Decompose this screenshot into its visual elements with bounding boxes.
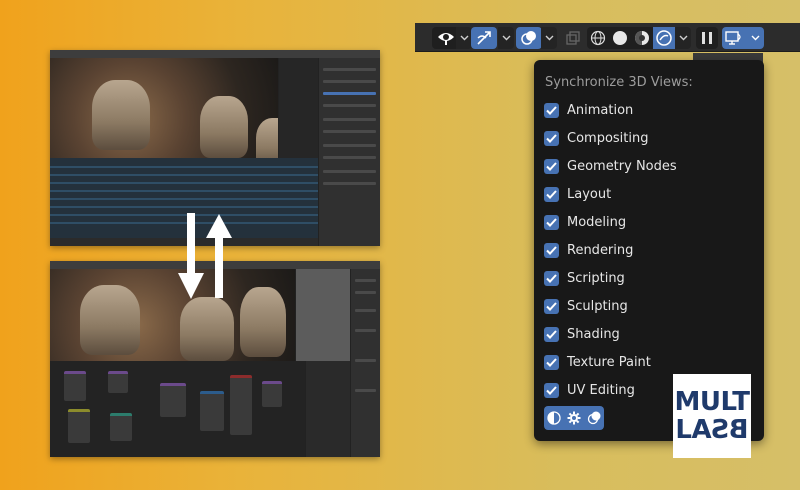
solid-shading-icon xyxy=(613,31,627,45)
sync-option-checkbox[interactable] xyxy=(544,186,559,202)
wireframe-shading-button[interactable] xyxy=(587,27,609,49)
sync-views-button[interactable] xyxy=(722,27,746,49)
solid-shading-button[interactable] xyxy=(609,27,631,49)
checkmark-icon xyxy=(546,189,557,199)
shading-button[interactable] xyxy=(544,406,564,430)
sync-option-label: Animation xyxy=(567,102,634,118)
gear-icon xyxy=(567,411,581,425)
sync-option-checkbox[interactable] xyxy=(544,298,559,314)
checkmark-icon xyxy=(546,217,557,227)
chevron-down-icon xyxy=(751,35,759,41)
arrow-down-icon xyxy=(178,213,204,299)
pause-render-button[interactable] xyxy=(696,27,718,49)
node-editor xyxy=(50,361,305,457)
properties-panel xyxy=(318,58,380,246)
checkmark-icon xyxy=(546,385,557,395)
gizmo-icon xyxy=(477,31,491,45)
sync-option-checkbox[interactable] xyxy=(544,214,559,230)
sync-option-label: Rendering xyxy=(567,242,634,258)
multlabs-logo: MULT LABS xyxy=(673,374,751,458)
sync-option-checkbox[interactable] xyxy=(544,326,559,342)
shading-icon xyxy=(547,411,561,425)
gizmo-dropdown[interactable] xyxy=(498,27,514,49)
logo-line-1: MULT xyxy=(674,387,750,417)
sidebar-panel xyxy=(305,361,350,457)
shading-dropdown[interactable] xyxy=(675,27,691,49)
rendered-shading-icon xyxy=(656,30,672,46)
sync-option-checkbox[interactable] xyxy=(544,102,559,118)
sync-option-label: Texture Paint xyxy=(567,354,651,370)
sync-option-checkbox[interactable] xyxy=(544,354,559,370)
checkmark-icon xyxy=(546,357,557,367)
screenshot-header xyxy=(50,50,380,58)
checkmark-icon xyxy=(546,245,557,255)
overlay-icon xyxy=(521,31,536,45)
sync-option-row[interactable]: Layout xyxy=(544,185,611,203)
sync-option-row[interactable]: Texture Paint xyxy=(544,353,651,371)
material-shading-button[interactable] xyxy=(631,27,653,49)
checkmark-icon xyxy=(546,161,557,171)
properties-panel xyxy=(350,269,380,457)
viewport-3d xyxy=(50,58,296,168)
sync-option-label: UV Editing xyxy=(567,382,635,398)
visibility-dropdown[interactable] xyxy=(456,27,472,49)
popup-footer-buttons xyxy=(544,406,604,430)
sync-option-checkbox[interactable] xyxy=(544,130,559,146)
sync-option-label: Sculpting xyxy=(567,298,628,314)
sync-option-label: Geometry Nodes xyxy=(567,158,677,174)
overlay-toggle-button[interactable] xyxy=(516,27,542,49)
sync-option-label: Scripting xyxy=(567,270,625,286)
logo-mirrored-text: BS xyxy=(711,415,749,445)
gizmo-toggle-button[interactable] xyxy=(471,27,497,49)
settings-button[interactable] xyxy=(564,406,584,430)
sync-option-label: Shading xyxy=(567,326,620,342)
sync-option-row[interactable]: Compositing xyxy=(544,129,649,147)
image-preview-panel xyxy=(295,269,350,361)
sync-option-checkbox[interactable] xyxy=(544,242,559,258)
sync-option-label: Modeling xyxy=(567,214,627,230)
checkmark-icon xyxy=(546,273,557,283)
sync-option-checkbox[interactable] xyxy=(544,382,559,398)
xray-icon xyxy=(566,31,580,45)
chevron-down-icon xyxy=(460,35,468,41)
checkmark-icon xyxy=(546,105,557,115)
material-shading-icon xyxy=(635,31,649,45)
arrow-up-icon xyxy=(206,214,232,298)
sync-views-dropdown[interactable] xyxy=(746,27,764,49)
viewport-header-toolbar xyxy=(415,23,800,52)
popup-title: Synchronize 3D Views: xyxy=(545,75,693,90)
sync-option-checkbox[interactable] xyxy=(544,158,559,174)
sync-option-row[interactable]: Rendering xyxy=(544,241,633,259)
overlay-dropdown[interactable] xyxy=(541,27,557,49)
checkmark-icon xyxy=(546,301,557,311)
sync-option-row[interactable]: Scripting xyxy=(544,269,625,287)
viewport-3d xyxy=(50,269,295,361)
sync-option-checkbox[interactable] xyxy=(544,270,559,286)
sync-option-label: Compositing xyxy=(567,130,649,146)
sync-views-icon xyxy=(725,31,741,45)
chevron-down-icon xyxy=(545,35,553,41)
render-icon xyxy=(587,411,601,425)
xray-toggle-button[interactable] xyxy=(563,27,583,49)
chevron-down-icon xyxy=(502,35,510,41)
sync-option-row[interactable]: Geometry Nodes xyxy=(544,157,677,175)
pause-icon xyxy=(702,32,712,44)
sync-option-row[interactable]: UV Editing xyxy=(544,381,635,399)
checkmark-icon xyxy=(546,133,557,143)
sync-option-row[interactable]: Modeling xyxy=(544,213,626,231)
wireframe-shading-icon xyxy=(590,30,606,46)
sync-option-row[interactable]: Shading xyxy=(544,325,620,343)
sync-option-label: Layout xyxy=(567,186,612,202)
rendered-shading-button[interactable] xyxy=(653,27,675,49)
chevron-down-icon xyxy=(679,35,687,41)
checkmark-icon xyxy=(546,329,557,339)
sync-option-row[interactable]: Animation xyxy=(544,101,633,119)
logo-line-2: LABS xyxy=(675,415,749,445)
render-button[interactable] xyxy=(584,406,604,430)
logo-line-2-text: LA xyxy=(675,415,712,445)
sync-option-row[interactable]: Sculpting xyxy=(544,297,628,315)
visibility-icon xyxy=(438,33,454,45)
